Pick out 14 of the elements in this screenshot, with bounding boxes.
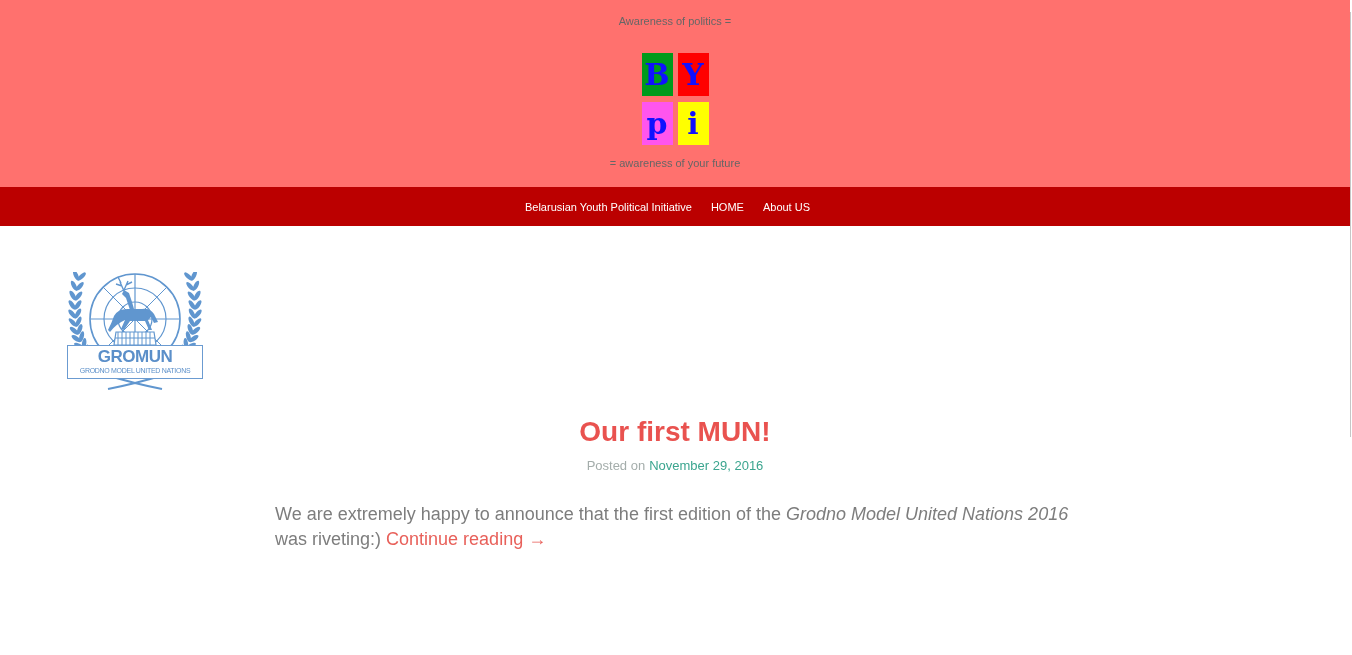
logo-tile: p <box>641 102 673 145</box>
logo-tile: i <box>677 102 709 145</box>
nav-link[interactable]: About US <box>762 199 810 214</box>
post-meta-label: Posted on <box>586 457 646 475</box>
nav-link[interactable]: HOME <box>710 199 744 214</box>
tagline: = awareness of your future <box>609 156 741 170</box>
post-title[interactable]: Our first MUN! <box>579 414 771 450</box>
scrollbar-thumb[interactable] <box>1350 12 1351 437</box>
logo-tile: B <box>641 53 673 96</box>
post-excerpt: We are extremely happy to announce that the first edition of the Grodno Model United Nations 2016 was riveting:) Continue reading → <box>275 503 1070 551</box>
logo-tile: Y <box>677 53 709 96</box>
emblem-title: GROMUN <box>97 347 173 366</box>
tagline: Awareness of politics = <box>618 14 732 28</box>
nav-link[interactable]: Belarusian Youth Political Initiative <box>524 199 692 214</box>
